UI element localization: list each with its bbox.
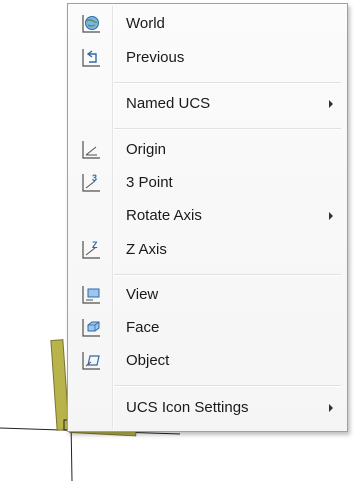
previous-ucs-icon: [82, 49, 100, 67]
menu-item-label: Object: [126, 352, 170, 369]
menu-item-label: Face: [126, 319, 160, 336]
menu-item-rotate-axis[interactable]: Rotate Axis: [70, 202, 345, 230]
menu-item-previous[interactable]: Previous: [70, 44, 345, 72]
world-ucs-icon: [82, 15, 100, 33]
menu-item-label: Origin: [126, 141, 167, 158]
ucs-context-menu: World Previous Named UCS Origin 3 3 Poin…: [67, 3, 348, 432]
menu-item-origin[interactable]: Origin: [70, 136, 345, 164]
menu-item-label: 3 Point: [126, 174, 173, 191]
menu-separator: [114, 385, 341, 387]
menu-item-label: View: [126, 286, 159, 303]
three-point-ucs-icon: 3: [82, 173, 100, 192]
menu-item-label: Rotate Axis: [126, 207, 202, 224]
menu-item-label: UCS Icon Settings: [126, 399, 249, 416]
svg-text:Z: Z: [92, 240, 98, 250]
menu-item-view[interactable]: View: [70, 281, 345, 309]
face-ucs-icon: [82, 319, 100, 337]
submenu-arrow-icon: [329, 404, 333, 412]
svg-text:3: 3: [92, 173, 97, 183]
menu-item-face[interactable]: Face: [70, 314, 345, 342]
z-axis-ucs-icon: Z: [82, 240, 100, 259]
menu-separator: [114, 82, 341, 84]
object-ucs-icon: [82, 352, 100, 370]
menu-item-label: Previous: [126, 49, 185, 66]
menu-item-z-axis[interactable]: Z Z Axis: [70, 236, 345, 264]
menu-item-ucs-icon-settings[interactable]: UCS Icon Settings: [70, 394, 345, 422]
submenu-arrow-icon: [329, 100, 333, 108]
menu-item-object[interactable]: Object: [70, 347, 345, 375]
menu-item-world[interactable]: World: [70, 10, 345, 38]
view-ucs-icon: [82, 286, 100, 304]
menu-separator: [114, 128, 341, 130]
menu-separator: [114, 274, 341, 276]
submenu-arrow-icon: [329, 212, 333, 220]
menu-item-named-ucs[interactable]: Named UCS: [70, 90, 345, 118]
menu-item-3-point[interactable]: 3 3 Point: [70, 169, 345, 197]
menu-item-label: Z Axis: [126, 241, 167, 258]
menu-item-label: World: [126, 15, 165, 32]
origin-ucs-icon: [82, 141, 100, 159]
drawing-canvas: World Previous Named UCS Origin 3 3 Poin…: [0, 0, 356, 481]
menu-item-label: Named UCS: [126, 95, 211, 112]
